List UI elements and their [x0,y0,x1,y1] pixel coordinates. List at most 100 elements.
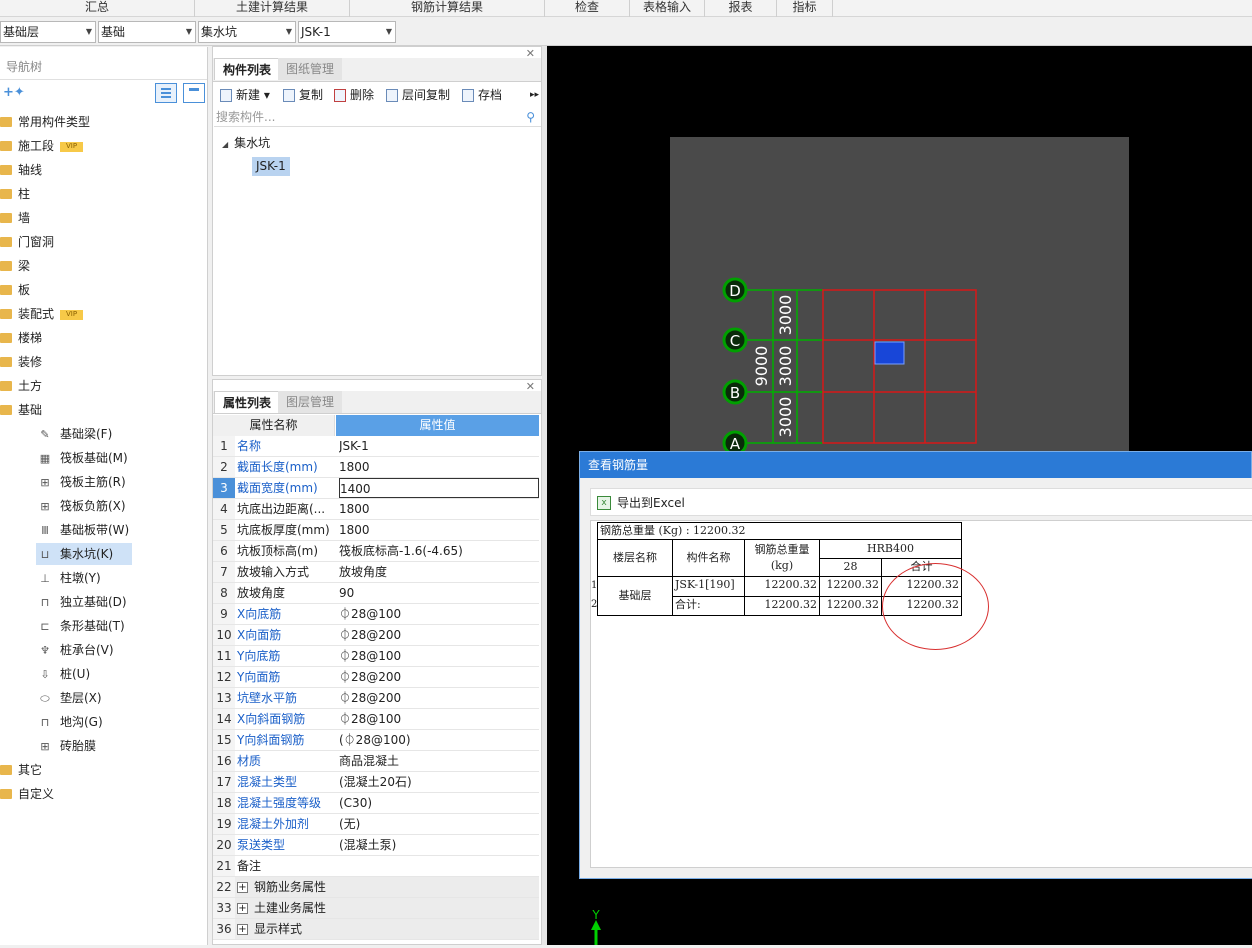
add-icon[interactable]: +✦ [3,85,25,100]
sub-item-foundation-beam[interactable]: ✎ 基础梁(F) [36,423,132,445]
tree-root[interactable]: ◢ 集水坑 [222,134,270,151]
table-row[interactable]: 4 坑底出边距离(... 1800 [213,499,539,520]
sub-item-sump[interactable]: ⊔ 集水坑(K) [36,543,132,565]
sub-item-strip[interactable]: Ⅲ 基础板带(W) [36,519,132,541]
table-row-group[interactable]: 33 + 土建业务属性 [213,898,539,919]
sub-item-pier[interactable]: ⊥ 柱墩(Y) [36,567,132,589]
prop-value[interactable]: JSK-1 [339,436,539,456]
prop-value[interactable]: ⏀28@100 [339,646,539,666]
menu-report[interactable]: 报表 [705,0,777,17]
component-select[interactable]: JSK-1 ▼ [298,21,396,43]
menu-check[interactable]: 检查 [545,0,630,17]
table-row[interactable]: 10 X向面筋 ⏀28@200 [213,625,539,646]
prop-value[interactable]: 1800 [339,499,539,519]
delete-button[interactable]: 删除 [334,85,374,105]
prop-value[interactable]: ⏀28@100 [339,604,539,624]
archive-button[interactable]: 存档 [462,85,502,105]
prop-value[interactable]: 商品混凝土 [339,751,539,771]
prop-value[interactable]: (⏀28@100) [339,730,539,750]
table-row[interactable]: 14 X向斜面钢筋 ⏀28@100 [213,709,539,730]
expand-plus-icon[interactable]: + [237,924,248,935]
prop-value[interactable]: 筏板底标高-1.6(-4.65) [339,541,539,561]
export-excel-button[interactable]: x 导出到Excel [597,494,685,512]
sub-item-trench[interactable]: ⊓ 地沟(G) [36,711,132,733]
table-row[interactable]: 17 混凝土类型 (混凝土20石) [213,772,539,793]
search-input[interactable]: 搜索构件... ⚲ [214,108,541,127]
menu-rebar-result[interactable]: 钢筋计算结果 [350,0,545,17]
table-row[interactable]: 13 坑壁水平筋 ⏀28@200 [213,688,539,709]
tree-item-jsk1[interactable]: JSK-1 [252,157,290,176]
y-axis-label: Y [591,908,600,922]
category-select[interactable]: 基础 ▼ [98,21,196,43]
prop-value[interactable]: (无) [339,814,539,834]
table-row[interactable]: 7 放坡输入方式 放坡角度 [213,562,539,583]
table-row[interactable]: 12 Y向面筋 ⏀28@200 [213,667,539,688]
prop-value[interactable]: ⏀28@200 [339,667,539,687]
menu-civil-result[interactable]: 土建计算结果 [195,0,350,17]
table-row[interactable]: 5 坑底板厚度(mm) 1800 [213,520,539,541]
table-row[interactable]: 6 坑板顶标高(m) 筏板底标高-1.6(-4.65) [213,541,539,562]
table-row[interactable]: 21 备注 [213,856,539,877]
sub-item-raft[interactable]: ▦ 筏板基础(M) [36,447,132,469]
prop-value[interactable]: ⏀28@200 [339,625,539,645]
prop-value[interactable]: 1800 [339,457,539,477]
sub-item-cushion[interactable]: ⬭ 垫层(X) [36,687,132,709]
expand-plus-icon[interactable]: + [237,882,248,893]
sub-item-isolated-footing[interactable]: ⊓ 独立基础(D) [36,591,132,613]
prop-value[interactable]: ⏀28@200 [339,688,539,708]
component-cell[interactable]: JSK-1[190] [672,576,745,597]
sub-item-pile[interactable]: ⇩ 桩(U) [36,663,132,685]
floor-copy-button[interactable]: 层间复制 [386,85,450,105]
new-button[interactable]: 新建 ▾ [220,85,270,105]
tab-component-list[interactable]: 构件列表 [214,58,281,80]
prop-value[interactable]: (混凝土泵) [339,835,539,855]
table-row-group[interactable]: 22 + 钢筋业务属性 [213,877,539,898]
table-row[interactable]: 2 截面长度(mm) 1800 [213,457,539,478]
prop-value[interactable]: (C30) [339,793,539,813]
tab-property-list[interactable]: 属性列表 [214,391,281,413]
expand-plus-icon[interactable]: + [237,903,248,914]
table-row[interactable]: 18 混凝土强度等级 (C30) [213,793,539,814]
copy-button[interactable]: 复制 [283,85,323,105]
table-row[interactable]: 9 X向底筋 ⏀28@100 [213,604,539,625]
table-row[interactable]: 20 泵送类型 (混凝土泵) [213,835,539,856]
prop-value[interactable]: 90 [339,583,539,603]
tab-drawing-manage[interactable]: 图纸管理 [278,58,343,80]
prop-value[interactable]: 放坡角度 [339,562,539,582]
floor-select[interactable]: 基础层 ▼ [0,21,96,43]
prop-value[interactable]: (混凝土20石) [339,772,539,792]
sub-item-raft-neg-rebar[interactable]: ⊞ 筏板负筋(X) [36,495,132,517]
table-row[interactable]: 19 混凝土外加剂 (无) [213,814,539,835]
sub-item-brick-mold[interactable]: ⊞ 砖胎膜 [36,735,132,757]
vip-badge: VIP [60,141,84,152]
selected-sump[interactable] [874,341,905,365]
menu-table-input[interactable]: 表格输入 [630,0,705,17]
table-row[interactable]: 16 材质 商品混凝土 [213,751,539,772]
table-row-selected[interactable]: 3 截面宽度(mm) 1400 [213,478,539,499]
prop-value[interactable]: ⏀28@100 [339,709,539,729]
table-row[interactable]: 8 放坡角度 90 [213,583,539,604]
table-row[interactable]: 15 Y向斜面钢筋 (⏀28@100) [213,730,539,751]
sub-item-raft-main-rebar[interactable]: ⊞ 筏板主筋(R) [36,471,132,493]
table-row[interactable]: 11 Y向底筋 ⏀28@100 [213,646,539,667]
prop-value[interactable]: 1800 [339,520,539,540]
axis-label-c: C [730,332,740,350]
table-row[interactable]: 1 名称 JSK-1 [213,436,539,457]
sub-item-pile-cap[interactable]: ♆ 桩承台(V) [36,639,132,661]
row-index: 17 [213,772,235,792]
row-index: 15 [213,730,235,750]
window-view-icon[interactable] [183,83,205,103]
prop-name: 材质 [237,754,262,768]
folder-icon [0,141,12,151]
more-icon[interactable]: ▸▸ [530,85,539,105]
type-select[interactable]: 集水坑 ▼ [198,21,296,43]
menu-summary[interactable]: 汇总 [0,0,195,17]
sub-item-strip-footing[interactable]: ⊏ 条形基础(T) [36,615,132,637]
sub-item-label: 地沟(G) [60,715,103,729]
dim-text-top: 3000 [776,295,795,336]
menu-index[interactable]: 指标 [777,0,833,17]
list-view-icon[interactable] [155,83,177,103]
table-row-group[interactable]: 36 + 显示样式 [213,919,539,940]
prop-value-input[interactable]: 1400 [339,478,539,498]
tab-layer-manage[interactable]: 图层管理 [278,391,343,413]
